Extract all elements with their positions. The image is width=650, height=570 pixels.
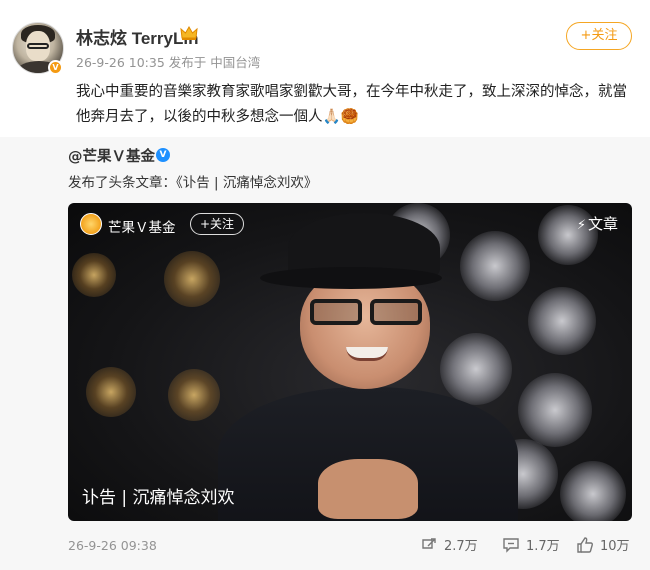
comment-button[interactable]: 1.7万 [502, 535, 560, 554]
verified-orange-icon: V [48, 60, 63, 75]
follow-button[interactable]: +关注 [566, 22, 632, 50]
comment-count: 1.7万 [526, 539, 560, 554]
card-account-name[interactable]: 芒果Ｖ基金 [108, 216, 176, 236]
card-title: 讣告 | 沉痛悼念刘欢 [82, 488, 235, 508]
repost-button[interactable]: 2.7万 [420, 535, 478, 554]
repost-icon [422, 537, 436, 549]
post-meta: 26-9-26 10:35 发布于 中国台湾 [76, 55, 261, 70]
crown-icon [180, 26, 198, 40]
lightning-icon: ⚡ [576, 218, 586, 233]
post-text: 我心中重要的音樂家教育家歌唱家劉歡大哥，在今年中秋走了，致上深深的悼念，就當他奔… [76, 84, 627, 125]
comment-icon [503, 537, 519, 553]
card-type-label: ⚡ 文章 [576, 215, 618, 233]
like-icon [577, 536, 593, 553]
article-cover-photo [208, 209, 528, 521]
post-header: V 林志炫 TerryLin 26-9-26 10:35 发布于 中国台湾 +关… [0, 0, 650, 80]
like-button[interactable]: 10万 [576, 535, 630, 554]
article-card[interactable]: 芒果Ｖ基金 +关注 ⚡ 文章 讣告 | 沉痛悼念刘欢 [68, 203, 632, 521]
repost-time: 26-9-26 09:38 [68, 538, 157, 553]
like-count: 10万 [600, 539, 630, 554]
card-account-avatar[interactable] [80, 213, 102, 235]
verified-blue-icon: V [156, 148, 170, 162]
repost-description: 发布了头条文章：《讣告 | 沉痛悼念刘欢》 [68, 175, 318, 191]
card-follow-button[interactable]: +关注 [190, 213, 244, 235]
repost-container[interactable]: @芒果Ｖ基金 V 发布了头条文章：《讣告 | 沉痛悼念刘欢》 芒果Ｖ基金 +关注 [0, 137, 650, 570]
repost-count: 2.7万 [444, 539, 478, 554]
repost-author[interactable]: @芒果Ｖ基金 [68, 145, 155, 166]
